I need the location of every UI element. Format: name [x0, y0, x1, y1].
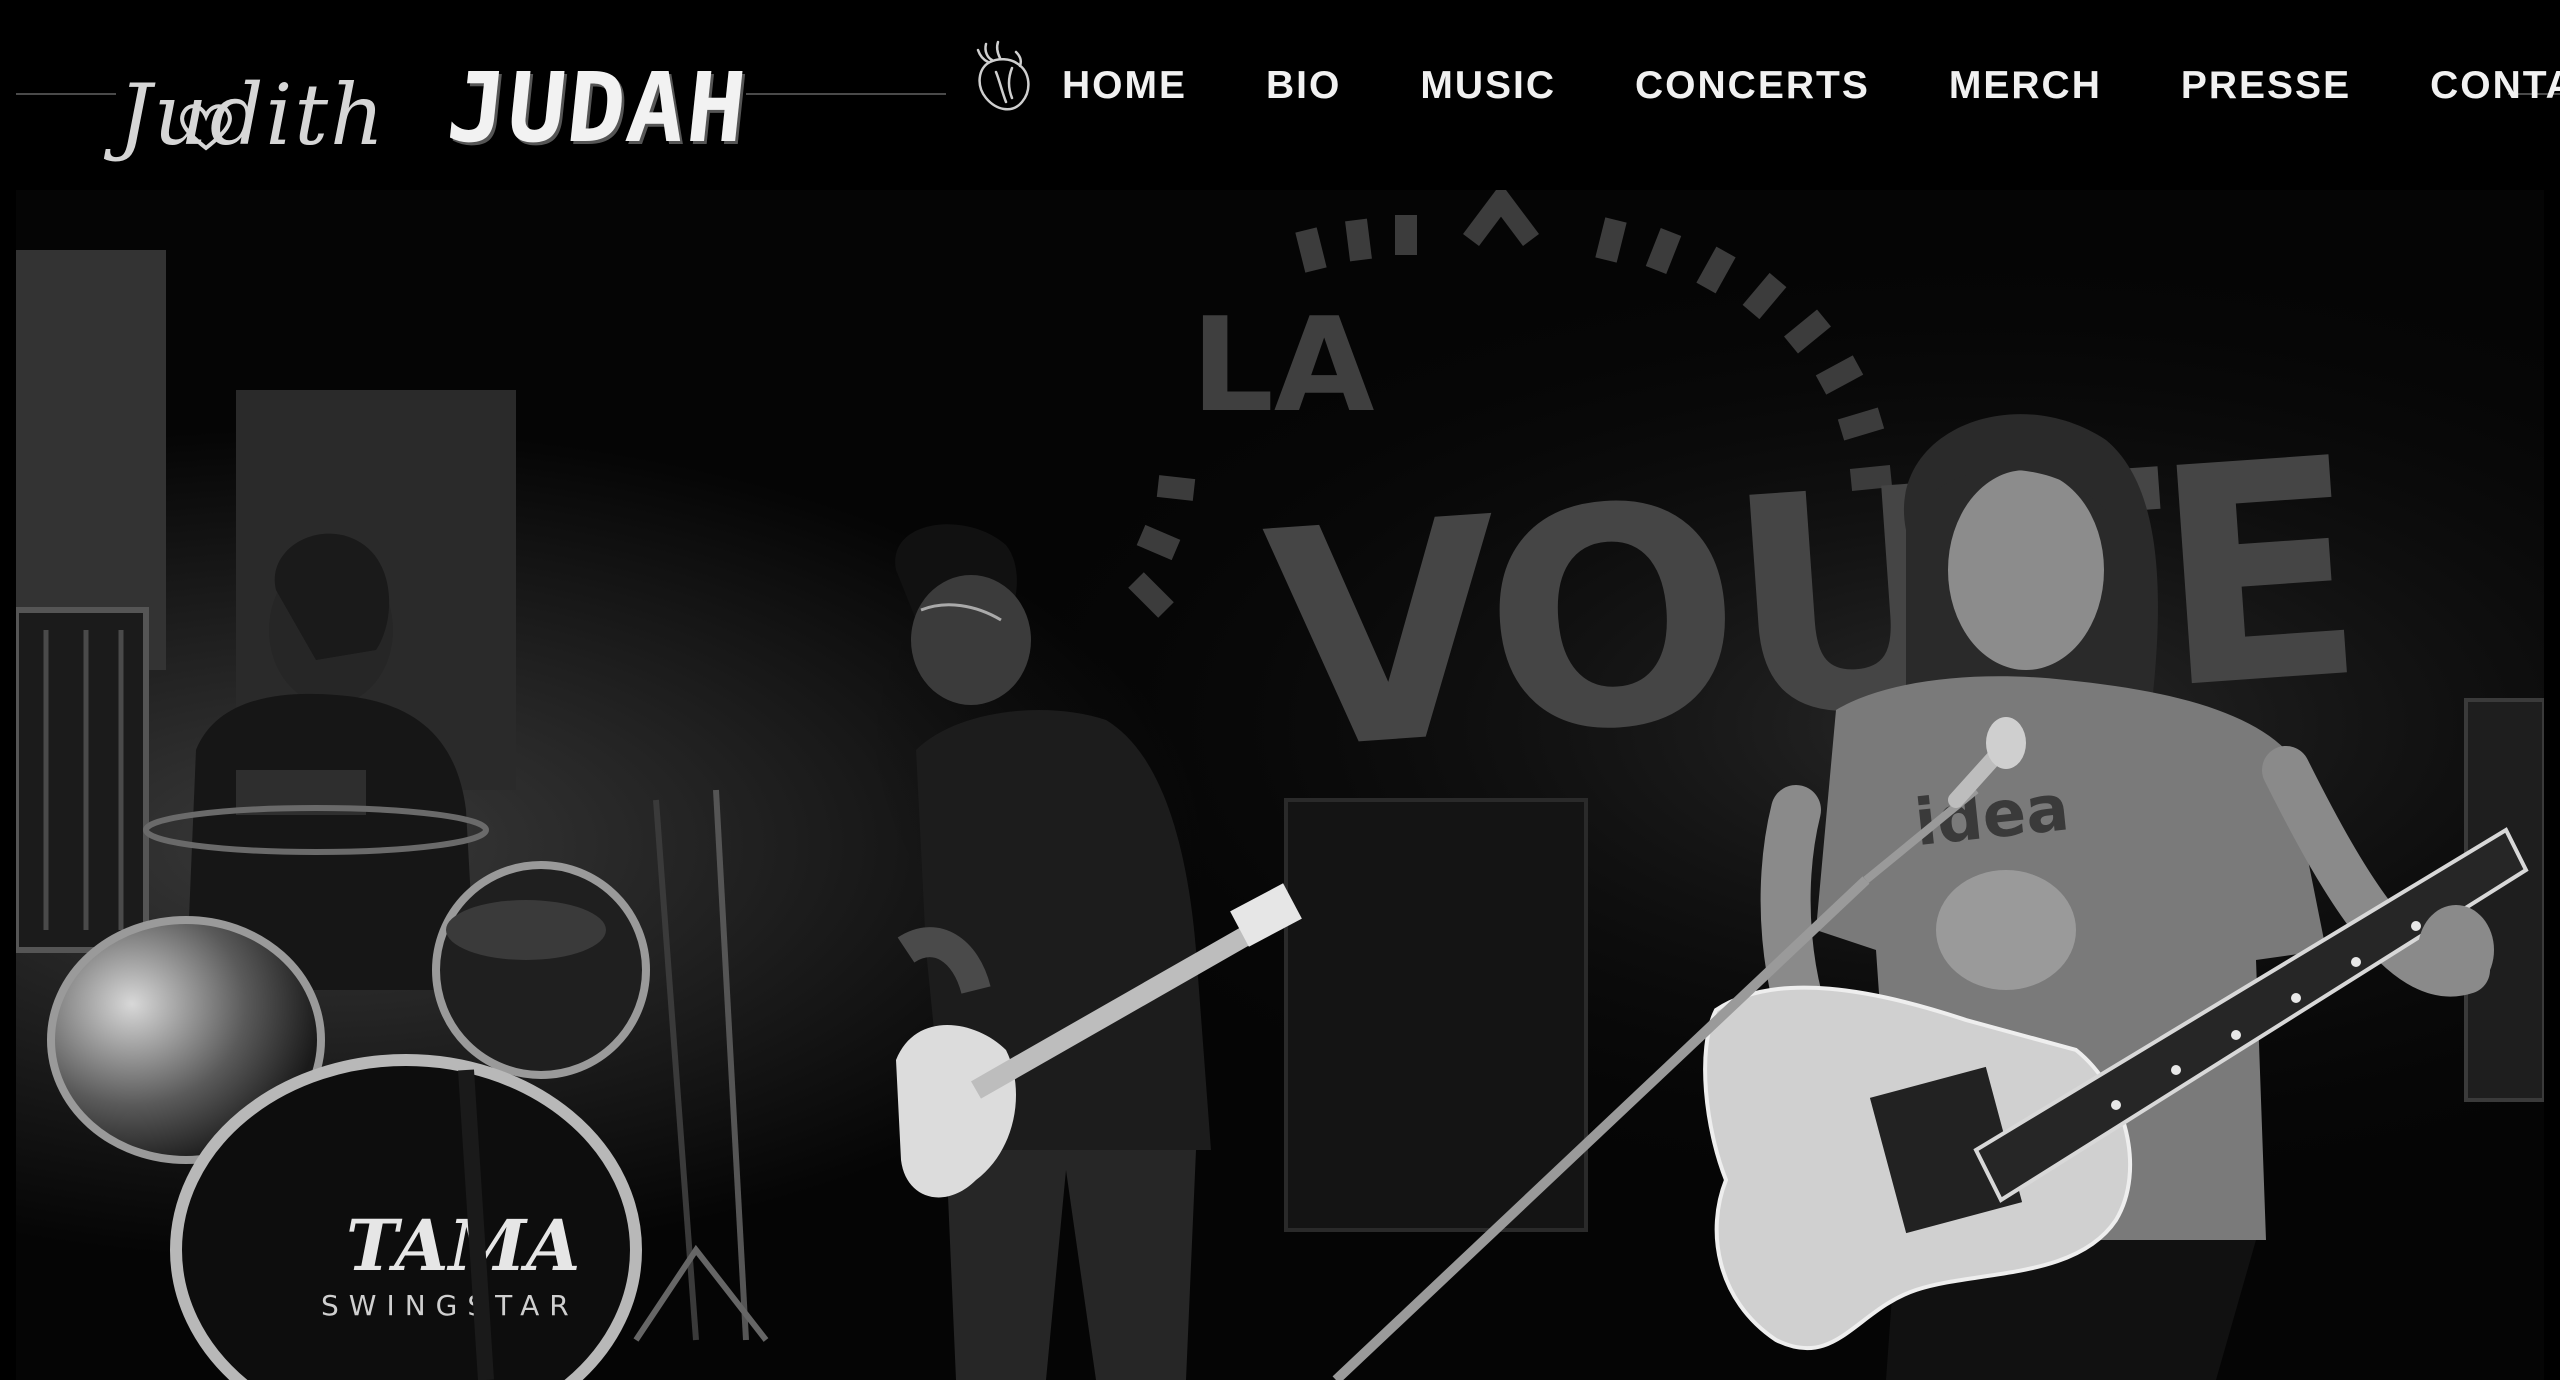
nav-merch[interactable]: MERCH [1949, 64, 2102, 108]
hero-concert-photo: LA VOUTE TAMA SWINGSTAR idea [16, 190, 2544, 1380]
amplifier [1284, 798, 1588, 1232]
heart-icon [180, 104, 232, 151]
logo-last-name: JUDAH [442, 52, 753, 164]
nav-home[interactable]: HOME [1062, 64, 1187, 108]
drum-model-text: SWINGSTAR [321, 1289, 579, 1322]
main-nav: HOME BIO MUSIC CONCERTS MERCH PRESSE CON… [1062, 56, 2560, 116]
header-divider-left [16, 93, 116, 95]
nav-concerts[interactable]: CONCERTS [1635, 64, 1870, 108]
concert-scene: LA VOUTE TAMA SWINGSTAR idea [16, 190, 2544, 1380]
site-logo[interactable]: Judith JUDAH [110, 40, 753, 180]
logo-first-name: Judith [118, 66, 387, 164]
site-header: Judith JUDAH HOME BIO MUSIC CONCERTS MER… [0, 0, 2560, 190]
sign-la-text: LA [1191, 289, 1374, 441]
nav-bio[interactable]: BIO [1266, 64, 1341, 108]
nav-contact[interactable]: CONTACT [2430, 64, 2560, 108]
anatomical-heart-icon [976, 40, 1030, 111]
nav-music[interactable]: MUSIC [1420, 64, 1556, 108]
header-divider-middle [746, 93, 946, 95]
nav-presse[interactable]: PRESSE [2181, 64, 2351, 108]
drum-brand-text: TAMA [346, 1204, 580, 1287]
